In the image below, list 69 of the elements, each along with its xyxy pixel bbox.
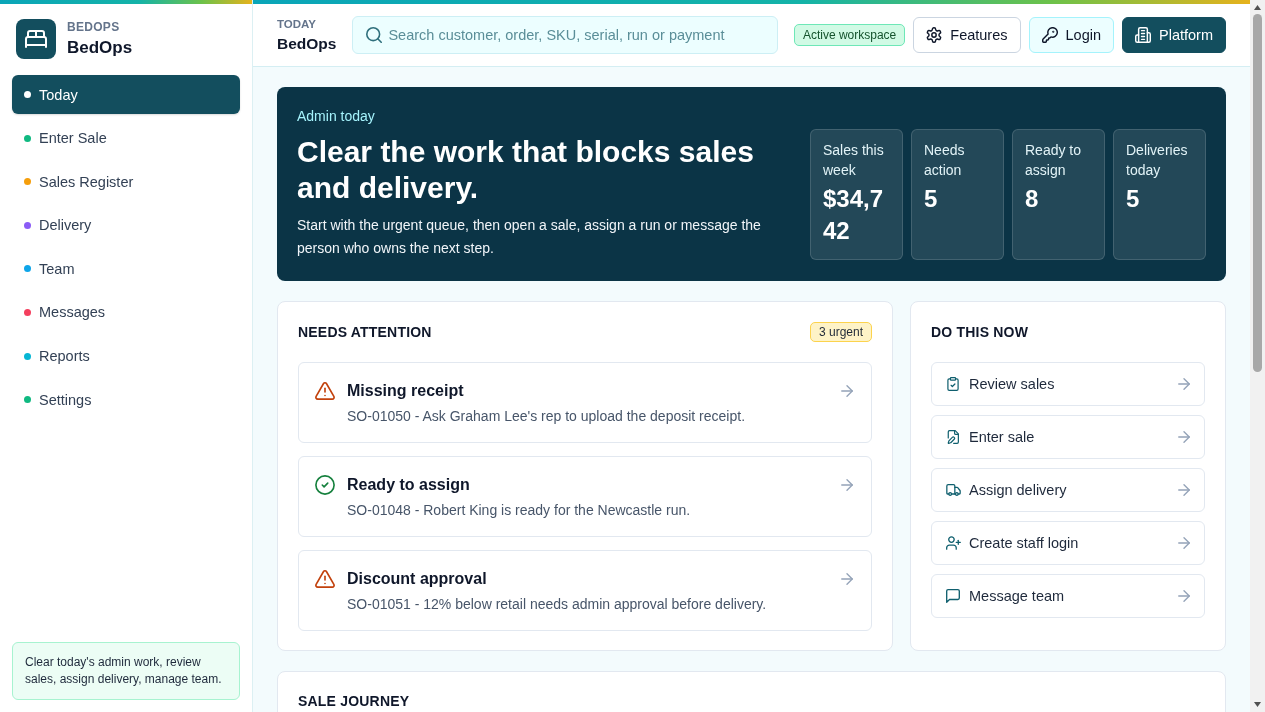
action-item[interactable]: Create staff login — [931, 521, 1205, 565]
key-icon — [1041, 27, 1058, 43]
arrow-right-icon — [1178, 590, 1190, 602]
header-button[interactable]: Platform — [1122, 17, 1226, 53]
panel-title: NEEDS ATTENTION — [298, 322, 432, 342]
gear-icon — [926, 27, 943, 43]
nav-item[interactable]: Team — [12, 249, 240, 289]
user-plus-icon — [945, 536, 961, 550]
arrow-right-icon — [841, 385, 853, 397]
action-item[interactable]: Assign delivery — [931, 468, 1205, 512]
stat-value: 5 — [924, 184, 939, 214]
nav-item[interactable]: Reports — [12, 336, 240, 376]
arrow-right-icon — [1178, 431, 1190, 443]
truck-icon — [945, 484, 961, 496]
attention-item[interactable]: Ready to assign SO-01048 - Robert King is ready for the Newcastle run. — [298, 456, 872, 537]
attention-description: SO-01051 - 12% below retail needs admin approval before delivery. — [347, 595, 768, 614]
check-circle-icon — [315, 475, 335, 495]
attention-description: SO-01048 - Robert King is ready for the Newcastle run. — [347, 501, 692, 520]
workspace-badge: Active workspace — [793, 24, 906, 46]
action-item[interactable]: Enter sale — [931, 415, 1205, 459]
nav-item[interactable]: Messages — [12, 292, 240, 332]
panel-title: SALE JOURNEY — [298, 692, 411, 711]
hero-description: Start with the urgent queue, then open a sale, assign a run or message the person who owns the next step. — [297, 216, 762, 258]
hero-eyebrow: Admin today — [297, 107, 376, 125]
warning-icon — [315, 381, 335, 401]
attention-item[interactable]: Discount approval SO-01051 - 12% below retail needs admin approval before delivery. — [298, 550, 872, 631]
nav-item[interactable]: Sales Register — [12, 162, 240, 202]
warning-icon — [315, 569, 335, 589]
page-eyebrow: TODAY — [277, 16, 317, 31]
chat-bubble-icon — [946, 589, 960, 603]
hero-heading: Clear the work that blocks sales and delivery. — [297, 134, 755, 206]
sidebar-note: Clear today's admin work, review sales, assign delivery, manage team. — [12, 642, 240, 700]
panel-title: DO THIS NOW — [931, 322, 1029, 342]
arrow-right-icon — [1178, 484, 1190, 496]
attention-item[interactable]: Missing receipt SO-01050 - Ask Graham Lee's rep to upload the deposit receipt. — [298, 362, 872, 443]
clipboard-check-icon — [947, 377, 959, 391]
stat-value: 8 — [1025, 184, 1040, 214]
attention-description: SO-01050 - Ask Graham Lee's rep to upload the deposit receipt. — [347, 407, 746, 426]
stat-value: $34,742 — [823, 184, 885, 246]
arrow-right-icon — [1178, 537, 1190, 549]
nav-item[interactable]: Today — [12, 75, 240, 114]
scrollbar[interactable] — [1250, 0, 1265, 712]
arrow-right-icon — [841, 573, 853, 585]
attention-title: Discount approval — [347, 569, 488, 589]
action-item[interactable]: Message team — [931, 574, 1205, 618]
nav-item[interactable]: Settings — [12, 380, 240, 420]
attention-title: Missing receipt — [347, 381, 465, 401]
bed-icon — [16, 19, 56, 59]
stat-label: Deliveries today — [1126, 141, 1189, 180]
attention-title: Ready to assign — [347, 475, 471, 495]
nav-item[interactable]: Enter Sale — [12, 118, 240, 158]
search-field[interactable]: Search customer, order, SKU, serial, run or payment — [352, 16, 778, 54]
urgent-count-badge: 3 urgent — [809, 321, 872, 342]
building-icon — [1135, 27, 1151, 43]
header-button[interactable]: Login — [1028, 17, 1114, 53]
nav-item[interactable]: Delivery — [12, 205, 240, 245]
arrow-right-icon — [841, 479, 853, 491]
header-button[interactable]: Features — [913, 17, 1021, 53]
action-item[interactable]: Review sales — [931, 362, 1205, 406]
page-title: BedOps — [277, 33, 337, 54]
stat-value: 5 — [1126, 184, 1141, 214]
brand-eyebrow: BEDOPS — [67, 19, 121, 35]
stat-label: Needs action — [924, 141, 966, 180]
document-pen-icon — [947, 430, 959, 444]
stat-label: Ready to assign — [1025, 141, 1083, 180]
stat-label: Sales this week — [823, 141, 885, 180]
arrow-right-icon — [1178, 378, 1190, 390]
brand-name: BedOps — [67, 36, 133, 59]
search-icon — [366, 27, 383, 43]
